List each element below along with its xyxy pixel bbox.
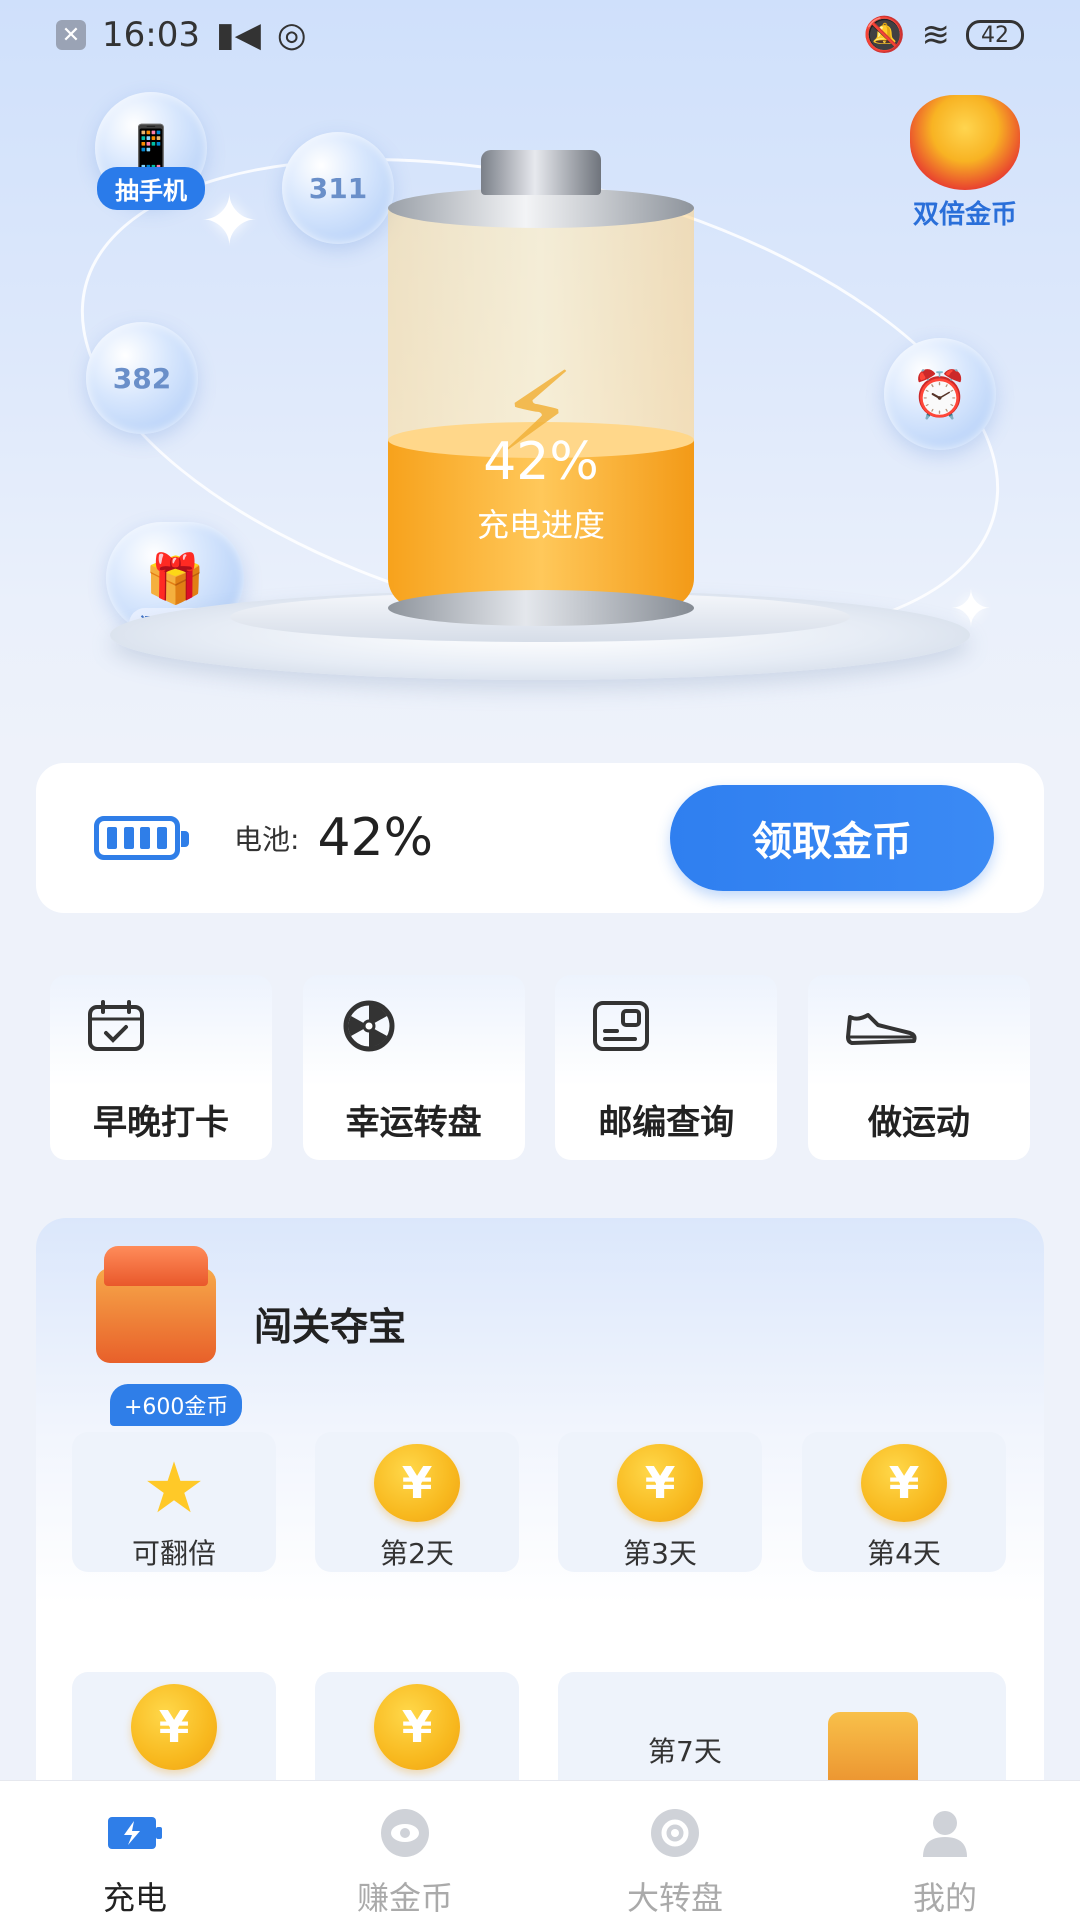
star-icon: ★ (142, 1447, 206, 1529)
treasure-chest-icon (96, 1246, 216, 1363)
tool-label: 幸运转盘 (345, 1103, 482, 1143)
nav-label: 大转盘 (626, 1879, 723, 1917)
wheel-icon (343, 1000, 395, 1052)
bubble-coin-count: 382 (112, 361, 172, 395)
treasure-title: 闯关夺宝 (254, 1305, 407, 1349)
bottom-nav: 充电 赚金币 大转盘 我的 (0, 1780, 1080, 1920)
wifi-icon: ≋ (921, 15, 951, 55)
nav-tab-profile[interactable]: 我的 (845, 1781, 1045, 1919)
double-coin-button[interactable]: 双倍金币 (900, 95, 1030, 231)
battery-readout: 42% 充电进度 (388, 432, 694, 546)
battery-value: 42% (317, 808, 434, 868)
bubble-phone-label: 抽手机 (97, 167, 205, 210)
notification-icon: ✕ (56, 20, 86, 50)
tool-label: 做运动 (867, 1103, 970, 1143)
day-card-3[interactable]: ¥ 第3天 (558, 1432, 762, 1572)
sync-icon: ◎ (276, 15, 307, 55)
day-label: 第3天 (623, 1537, 697, 1570)
tool-checkin[interactable]: 早晚打卡 (50, 975, 272, 1160)
bonus-badge: +600金币 (110, 1384, 243, 1426)
status-time: 16:03 (102, 15, 200, 55)
coin-icon: ¥ (617, 1444, 703, 1522)
tool-grid: 早晚打卡 幸运转盘 邮编查询 做运动 (50, 975, 1030, 1160)
battery-cap (481, 150, 601, 195)
tool-label: 早晚打卡 (93, 1103, 229, 1143)
sparkle-icon: ✦ (200, 180, 259, 262)
nav-tab-earn[interactable]: 赚金币 (305, 1781, 505, 1919)
day-label: 可翻倍 (131, 1537, 216, 1570)
day-label: 第4天 (867, 1537, 941, 1570)
nav-tab-wheel[interactable]: 大转盘 (575, 1781, 775, 1919)
gift-box-icon: 🎁 (145, 550, 205, 607)
tool-label: 邮编查询 (598, 1103, 735, 1143)
coin-icon: ¥ (131, 1684, 217, 1770)
battery-graphic: ⚡ 42% 充电进度 (388, 150, 694, 626)
bubble-coins-311[interactable]: 311 (282, 132, 394, 244)
coin-icon: ¥ (374, 1444, 460, 1522)
day-label: 第2天 (380, 1537, 454, 1570)
calendar-check-icon (88, 1000, 144, 1051)
bubble-phone-lottery[interactable]: 📱 抽手机 (95, 92, 207, 210)
nav-label: 我的 (912, 1879, 977, 1917)
status-battery: 42 (966, 20, 1024, 50)
battery-label: 电池: (234, 823, 300, 856)
battery-base (388, 590, 694, 626)
battery-percent: 42% (483, 432, 599, 492)
postcode-icon (593, 1001, 650, 1051)
battery-progress-label: 充电进度 (476, 506, 605, 544)
hero-section: ✕ 16:03 ▮◀ ◎ 🔕 ≋ 42 ✦ ✦ 📱 抽手机 311 382 ⏰ … (0, 0, 1080, 760)
bubble-coin-count: 311 (308, 171, 368, 205)
nav-label: 赚金币 (356, 1879, 453, 1917)
video-icon: ▮◀ (215, 15, 261, 55)
day-card-4[interactable]: ¥ 第4天 (802, 1432, 1006, 1572)
user-icon (923, 1811, 967, 1857)
double-coin-label: 双倍金币 (912, 200, 1017, 230)
status-bar: ✕ 16:03 ▮◀ ◎ 🔕 ≋ 42 (0, 0, 1080, 70)
bubble-alarm[interactable]: ⏰ (884, 338, 996, 450)
day-card-2[interactable]: ¥ 第2天 (315, 1432, 519, 1572)
tool-exercise[interactable]: 做运动 (807, 975, 1030, 1160)
alarm-clock-icon: ⏰ (911, 366, 969, 421)
charge-icon (108, 1817, 162, 1849)
tool-postcode[interactable]: 邮编查询 (555, 975, 778, 1160)
battery-body: ⚡ (388, 208, 694, 608)
coin-bowl-icon (910, 95, 1020, 190)
bubble-coins-382[interactable]: 382 (86, 322, 198, 434)
day-card-1[interactable]: ★ 可翻倍 (72, 1432, 276, 1572)
spin-icon (651, 1809, 699, 1857)
tool-lucky-wheel[interactable]: 幸运转盘 (302, 975, 525, 1160)
battery-card: 电池: 42% 领取金币 (36, 763, 1044, 913)
coin-icon: ¥ (374, 1684, 460, 1770)
day-label: 第7天 (648, 1735, 722, 1768)
nav-tab-charge[interactable]: 充电 (35, 1781, 235, 1919)
nav-label: 充电 (102, 1879, 167, 1917)
claim-coins-button[interactable]: 领取金币 (670, 785, 994, 891)
mute-icon: 🔕 (863, 15, 906, 55)
sneaker-icon (845, 1013, 917, 1045)
coin-icon: ¥ (861, 1444, 947, 1522)
battery-icon (94, 816, 189, 860)
eye-coin-icon (381, 1809, 429, 1857)
